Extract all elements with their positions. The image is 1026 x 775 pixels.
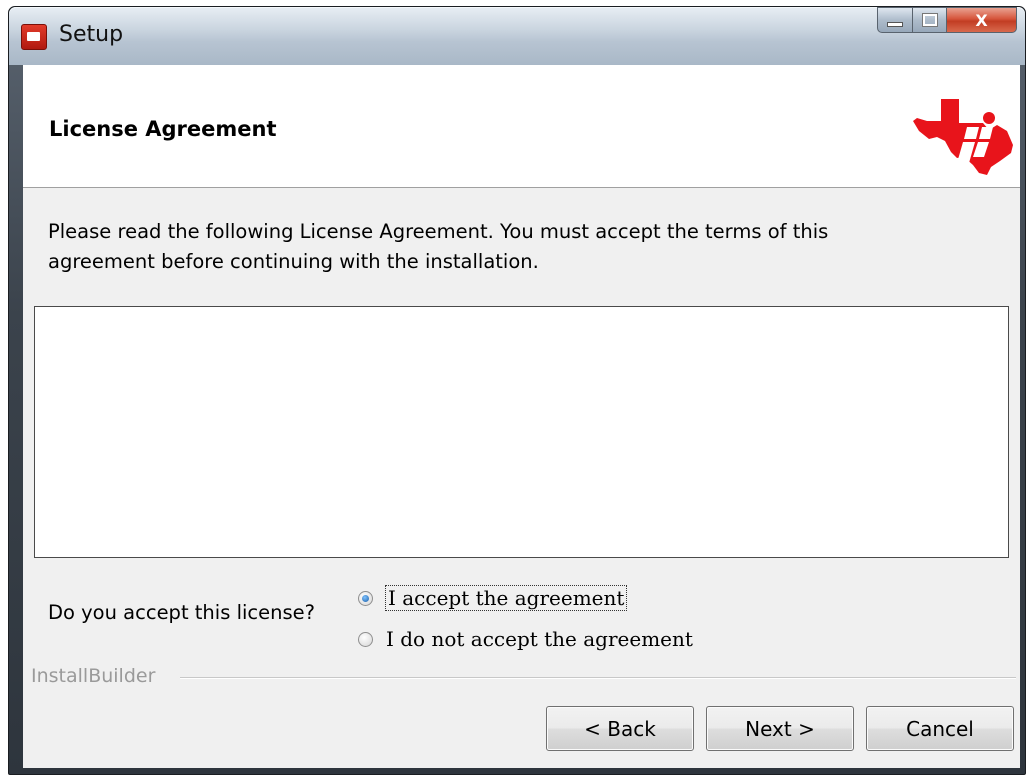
intro-line-1: Please read the following License Agreem… [48, 220, 829, 243]
accept-question-label: Do you accept this license? [48, 601, 315, 624]
installbuilder-label: InstallBuilder [31, 665, 156, 687]
page-title: License Agreement [49, 117, 277, 141]
window-controls: X [877, 7, 1017, 34]
decline-radio-label[interactable]: I do not accept the agreement [386, 627, 693, 651]
license-text-area[interactable] [34, 306, 1009, 558]
setup-window: Setup X License Agreement Please read th… [8, 6, 1026, 775]
close-icon: X [975, 10, 988, 30]
title-bar[interactable]: Setup X [9, 7, 1025, 65]
minimize-icon [887, 21, 903, 27]
accept-radio-option[interactable]: I accept the agreement [358, 585, 628, 611]
intro-text: Please read the following License Agreem… [48, 217, 1008, 277]
next-button[interactable]: Next > [706, 706, 854, 751]
dialog-client-area: License Agreement Please read the follow… [23, 65, 1020, 768]
footer-divider [180, 677, 1016, 678]
texas-instruments-logo-icon [913, 99, 1013, 175]
close-button[interactable]: X [947, 7, 1017, 33]
minimize-button[interactable] [877, 7, 913, 33]
accept-radio-label[interactable]: I accept the agreement [384, 585, 628, 611]
maximize-button[interactable] [913, 7, 947, 33]
back-button[interactable]: < Back [546, 706, 694, 751]
cancel-button[interactable]: Cancel [866, 706, 1014, 751]
page-header: License Agreement [23, 65, 1020, 188]
intro-line-2: agreement before continuing with the ins… [48, 250, 539, 273]
maximize-icon [921, 13, 938, 27]
accept-radio-button[interactable] [358, 590, 373, 606]
window-title: Setup [59, 22, 124, 47]
app-icon [21, 24, 47, 50]
decline-radio-option[interactable]: I do not accept the agreement [358, 627, 693, 651]
decline-radio-button[interactable] [358, 631, 373, 647]
